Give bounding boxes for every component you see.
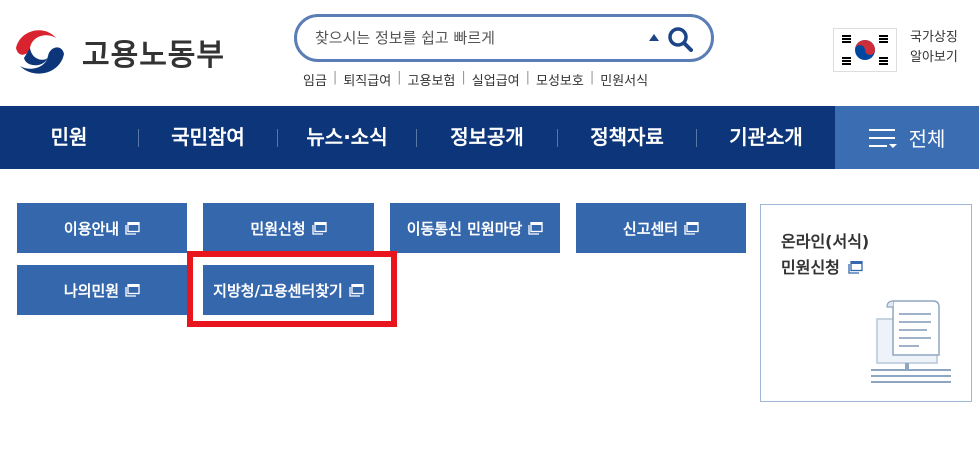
site-logo[interactable]: 고용노동부 bbox=[10, 22, 230, 82]
search-icon[interactable] bbox=[667, 26, 693, 52]
card-title-line1: 온라인(서식) bbox=[781, 232, 870, 251]
gnb-item-civil-petition[interactable]: 민원 bbox=[0, 106, 138, 169]
korean-flag-icon bbox=[834, 29, 896, 71]
national-symbol-line2: 알아보기 bbox=[910, 50, 958, 65]
button-label: 이동통신 민원마당 bbox=[406, 219, 523, 238]
highlight-box bbox=[187, 251, 397, 327]
national-flag[interactable] bbox=[833, 28, 897, 72]
quick-link-severance[interactable]: 퇴직급여 bbox=[343, 70, 391, 89]
divider: | bbox=[332, 70, 338, 85]
new-window-icon bbox=[125, 283, 140, 297]
search-input[interactable] bbox=[315, 29, 635, 47]
button-label: 신고센터 bbox=[622, 219, 679, 238]
button-label: 민원신청 bbox=[250, 219, 306, 238]
quick-link-employment-insurance[interactable]: 고용보험 bbox=[408, 70, 456, 89]
divider: | bbox=[525, 70, 531, 85]
quick-link-forms[interactable]: 민원서식 bbox=[600, 70, 648, 89]
submenu-button-my-petitions[interactable]: 나의민원 bbox=[17, 265, 187, 315]
site-header: 고용노동부 임금 | 퇴직급여 | 고용보험 | 실업급여 | 모성보호 | 민… bbox=[0, 0, 979, 106]
button-label: 이용안내 bbox=[63, 219, 120, 238]
document-monitor-icon bbox=[871, 300, 951, 383]
gnb-item-about[interactable]: 기관소개 bbox=[697, 106, 835, 169]
new-window-icon bbox=[125, 221, 140, 235]
divider: | bbox=[461, 70, 466, 85]
gnb-item-news[interactable]: 뉴스·소식 bbox=[278, 106, 416, 169]
new-window-icon bbox=[684, 221, 699, 235]
all-menu-button[interactable]: 전체 bbox=[835, 106, 979, 169]
gnb-item-participation[interactable]: 국민참여 bbox=[139, 106, 277, 169]
hamburger-menu-icon bbox=[868, 128, 897, 148]
submenu-button-usage-guide[interactable]: 이용안내 bbox=[17, 203, 187, 253]
main-navigation: 민원 국민참여 뉴스·소식 정보공개 정책자료 기관소개 전체 bbox=[0, 106, 979, 169]
submenu-button-mobile-petition[interactable]: 이동통신 민원마당 bbox=[390, 203, 560, 253]
all-menu-label: 전체 bbox=[908, 127, 946, 151]
national-symbol-line1: 국가상징 bbox=[910, 30, 958, 45]
submenu-button-petition-request[interactable]: 민원신청 bbox=[203, 203, 374, 253]
quick-link-maternity[interactable]: 모성보호 bbox=[536, 70, 584, 89]
new-window-icon bbox=[311, 221, 327, 235]
submenu-button-report-center[interactable]: 신고센터 bbox=[576, 203, 746, 253]
quick-link-unemployment-benefit[interactable]: 실업급여 bbox=[472, 70, 520, 89]
divider: | bbox=[397, 70, 402, 85]
gnb-item-information-disclosure[interactable]: 정보공개 bbox=[417, 106, 557, 169]
divider: | bbox=[589, 70, 595, 85]
card-title: 온라인(서식) 민원신청 bbox=[781, 229, 869, 281]
button-label: 나의민원 bbox=[63, 281, 120, 300]
government-emblem-icon bbox=[12, 24, 68, 80]
logo-text: 고용노동부 bbox=[82, 38, 225, 73]
search-box bbox=[294, 14, 714, 62]
online-form-petition-card[interactable]: 온라인(서식) 민원신청 bbox=[760, 204, 972, 402]
new-window-icon bbox=[528, 221, 543, 235]
quick-links: 임금 | 퇴직급여 | 고용보험 | 실업급여 | 모성보호 | 민원서식 bbox=[303, 70, 648, 89]
quick-link-wage[interactable]: 임금 bbox=[303, 70, 327, 89]
national-symbol-link[interactable]: 국가상징 알아보기 bbox=[910, 28, 970, 68]
gnb-item-policy-data[interactable]: 정책자료 bbox=[558, 106, 696, 169]
new-window-icon bbox=[848, 260, 864, 274]
search-options-caret-icon[interactable] bbox=[649, 34, 659, 41]
card-title-line2: 민원신청 bbox=[781, 255, 869, 281]
